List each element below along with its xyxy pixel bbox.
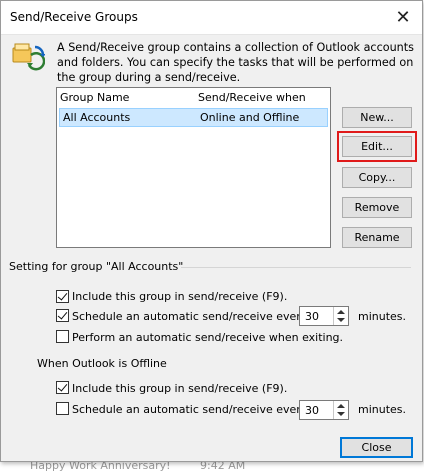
offline-minutes-value: 30 <box>305 404 319 417</box>
offline-include-checkbox[interactable] <box>56 381 69 394</box>
list-header: Group Name Send/Receive when <box>57 88 330 106</box>
offline-schedule-label: Schedule an automatic send/receive every <box>72 403 308 416</box>
column-group-name: Group Name <box>60 91 130 104</box>
spin-down-icon[interactable] <box>337 412 345 416</box>
title-bar: Send/Receive Groups ✕ <box>1 1 422 35</box>
offline-schedule-checkbox[interactable] <box>56 402 69 415</box>
groups-list[interactable]: Group Name Send/Receive when All Account… <box>56 87 331 248</box>
setting-for-group-label: Setting for group "All Accounts" <box>9 260 184 273</box>
row-group-name: All Accounts <box>63 111 131 124</box>
offline-include-label: Include this group in send/receive (F9). <box>72 382 288 395</box>
section-divider <box>181 267 411 268</box>
online-exiting-checkbox[interactable] <box>56 330 69 343</box>
online-schedule-checkbox[interactable] <box>56 309 69 322</box>
online-include-checkbox[interactable] <box>56 290 69 303</box>
dialog-title: Send/Receive Groups <box>10 10 138 24</box>
online-minutes-value: 30 <box>305 310 319 323</box>
spinner-arrows[interactable] <box>333 401 348 419</box>
spinner-arrows[interactable] <box>333 307 348 325</box>
online-include-label: Include this group in send/receive (F9). <box>72 290 288 303</box>
online-exiting-label: Perform an automatic send/receive when e… <box>72 331 344 344</box>
dialog-description: A Send/Receive group contains a collecti… <box>57 41 414 84</box>
remove-button[interactable]: Remove <box>342 197 412 218</box>
column-send-receive-when: Send/Receive when <box>198 91 306 104</box>
row-send-receive-when: Online and Offline <box>200 111 300 124</box>
list-row-all-accounts[interactable]: All Accounts Online and Offline <box>59 108 328 127</box>
offline-minutes-spinner[interactable]: 30 <box>299 400 349 420</box>
offline-section-label: When Outlook is Offline <box>37 357 167 370</box>
online-minutes-spinner[interactable]: 30 <box>299 306 349 326</box>
copy-button[interactable]: Copy... <box>342 167 412 188</box>
spin-up-icon[interactable] <box>337 404 345 408</box>
offline-minutes-unit: minutes. <box>358 403 407 416</box>
edit-highlight-box <box>337 131 417 162</box>
spin-up-icon[interactable] <box>337 310 345 314</box>
online-schedule-label: Schedule an automatic send/receive every <box>72 310 308 323</box>
send-receive-groups-dialog: Send/Receive Groups ✕ A Send/Receive gro… <box>0 0 423 462</box>
spin-down-icon[interactable] <box>337 318 345 322</box>
send-receive-groups-icon <box>12 43 45 71</box>
close-icon[interactable]: ✕ <box>389 4 417 30</box>
rename-button[interactable]: Rename <box>342 227 412 248</box>
online-minutes-unit: minutes. <box>358 310 407 323</box>
close-button[interactable]: Close <box>340 437 413 458</box>
new-button[interactable]: New... <box>342 107 412 128</box>
